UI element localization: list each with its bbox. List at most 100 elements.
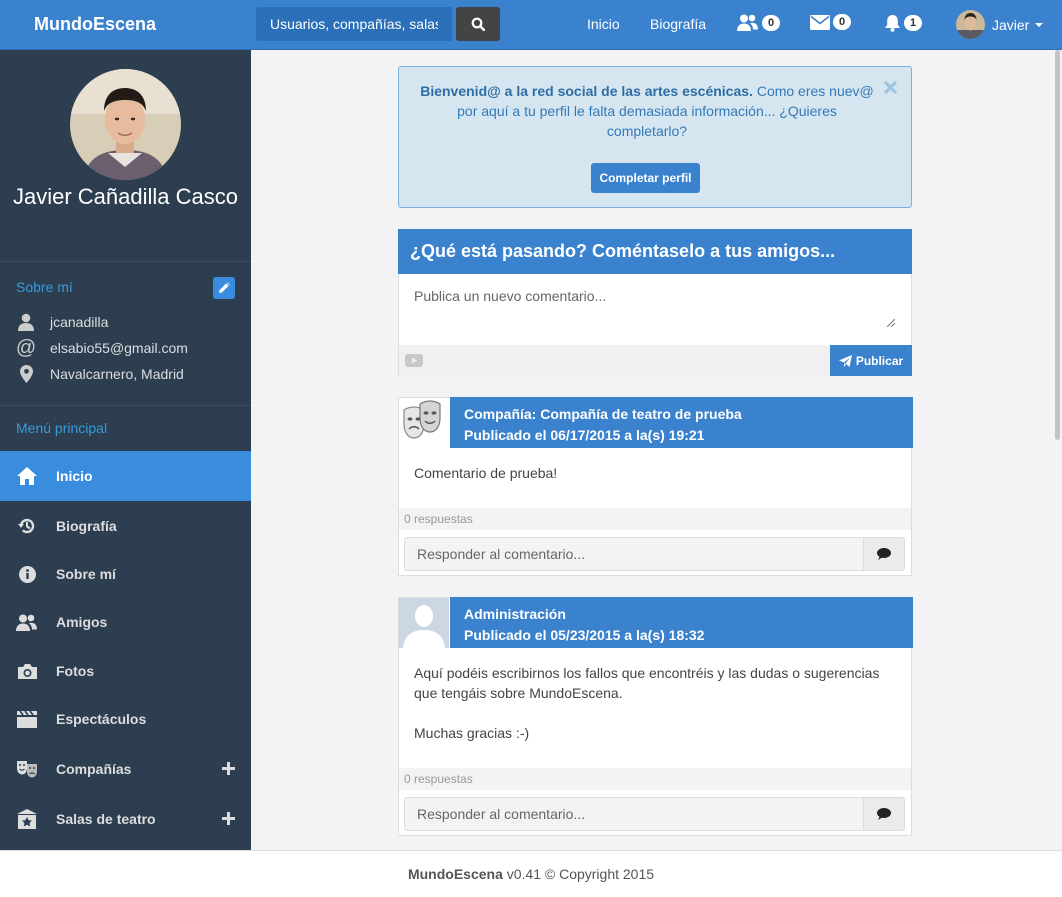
sidebar-item-fotos[interactable]: Fotos bbox=[0, 646, 251, 696]
location-text: Navalcarnero, Madrid bbox=[50, 366, 184, 382]
publish-label: Publicar bbox=[855, 353, 904, 368]
username-text: jcanadilla bbox=[50, 314, 109, 330]
sidebar-item-inicio[interactable]: Inicio bbox=[0, 451, 251, 501]
sidebar: Javier Cañadilla Casco Sobre mí jcanadil… bbox=[0, 50, 251, 850]
reply-input[interactable] bbox=[404, 797, 864, 831]
footer: MundoEscena v0.41 © Copyright 2015 bbox=[0, 850, 1062, 897]
email-text: elsabio55@gmail.com bbox=[50, 340, 188, 356]
sidebar-item-salas[interactable]: Salas de teatro bbox=[0, 794, 251, 844]
caret-down-icon bbox=[1035, 22, 1044, 27]
sidebar-item-label: Sobre mí bbox=[56, 566, 116, 582]
bell-icon bbox=[885, 15, 900, 32]
about-section-title: Sobre mí bbox=[16, 279, 73, 295]
comment-icon bbox=[877, 808, 891, 820]
divider bbox=[0, 405, 251, 406]
post-body: Comentario de prueba! bbox=[414, 463, 896, 483]
welcome-bold-text: Bienvenid@ a la red social de las artes … bbox=[420, 83, 753, 99]
top-navbar: MundoEscena Inicio Biografía 0 0 1 Javie… bbox=[0, 0, 1062, 50]
search-button[interactable] bbox=[456, 7, 500, 41]
info-email: @ elsabio55@gmail.com bbox=[16, 338, 188, 358]
search-icon bbox=[471, 17, 485, 31]
post-header: Compañía: Compañía de teatro de prueba P… bbox=[450, 397, 913, 448]
info-location: Navalcarnero, Madrid bbox=[16, 365, 184, 383]
messages-badge: 0 bbox=[833, 14, 851, 30]
info-icon bbox=[18, 565, 36, 583]
new-comment-textarea[interactable] bbox=[399, 274, 911, 332]
nav-link-biografia[interactable]: Biografía bbox=[650, 16, 706, 32]
footer-copyright: v0.41 © Copyright 2015 bbox=[502, 866, 655, 882]
page-scrollbar[interactable] bbox=[1053, 50, 1062, 850]
sidebar-item-amigos[interactable]: Amigos bbox=[0, 597, 251, 647]
reply-count: 0 respuestas bbox=[399, 768, 911, 790]
pencil-icon bbox=[219, 282, 230, 293]
reply-form bbox=[404, 797, 905, 831]
sidebar-item-label: Biografía bbox=[56, 518, 117, 534]
sidebar-item-label: Salas de teatro bbox=[56, 811, 156, 827]
publish-button[interactable]: Publicar bbox=[830, 345, 912, 376]
paper-plane-icon bbox=[838, 354, 852, 367]
sidebar-item-companias[interactable]: Compañías bbox=[0, 744, 251, 794]
composer-title: ¿Qué está pasando? Coméntaselo a tus ami… bbox=[398, 229, 912, 274]
user-avatar bbox=[956, 10, 985, 39]
complete-profile-button[interactable]: Completar perfil bbox=[591, 163, 700, 193]
clapperboard-icon bbox=[17, 710, 37, 728]
sidebar-item-label: Inicio bbox=[56, 468, 93, 484]
post-text: Aquí podéis escribirnos los fallos que e… bbox=[414, 665, 880, 701]
reply-send-button[interactable] bbox=[864, 797, 905, 831]
friends-badge: 0 bbox=[762, 14, 780, 31]
close-icon[interactable] bbox=[884, 81, 897, 94]
profile-photo bbox=[70, 69, 181, 180]
video-icon[interactable] bbox=[405, 354, 423, 367]
sidebar-item-label: Espectáculos bbox=[56, 711, 147, 727]
friends-icon bbox=[737, 14, 758, 31]
post-date: Publicado el 06/17/2015 a la(s) 19:21 bbox=[464, 427, 705, 443]
sidebar-item-label: Amigos bbox=[56, 614, 108, 630]
post-author[interactable]: Administración bbox=[464, 604, 899, 625]
friends-icon bbox=[16, 614, 37, 631]
company-avatar bbox=[399, 398, 449, 448]
reply-form bbox=[404, 537, 905, 571]
resize-grip-icon[interactable] bbox=[887, 319, 895, 327]
plus-icon[interactable] bbox=[222, 812, 235, 825]
footer-brand: MundoEscena bbox=[407, 866, 503, 882]
info-username: jcanadilla bbox=[16, 313, 108, 331]
brand-logo[interactable]: MundoEscena bbox=[34, 14, 156, 35]
post-date: Publicado el 05/23/2015 a la(s) 18:32 bbox=[464, 627, 705, 643]
menu-section-title: Menú principal bbox=[16, 420, 108, 436]
plus-icon[interactable] bbox=[222, 762, 235, 775]
sidebar-item-label: Fotos bbox=[56, 663, 95, 679]
comment-icon bbox=[877, 548, 891, 560]
post-card: Administración Publicado el 05/23/2015 a… bbox=[398, 597, 913, 836]
theater-masks-icon bbox=[17, 761, 37, 778]
notifications-badge: 1 bbox=[904, 15, 922, 31]
post-card: Compañía: Compañía de teatro de prueba P… bbox=[398, 397, 913, 576]
default-user-icon bbox=[399, 598, 449, 648]
sidebar-item-espectaculos[interactable]: Espectáculos bbox=[0, 694, 251, 744]
post-text: Comentario de prueba! bbox=[414, 465, 558, 481]
profile-name: Javier Cañadilla Casco bbox=[13, 184, 238, 209]
post-body: Aquí podéis escribirnos los fallos que e… bbox=[414, 663, 896, 743]
reply-input[interactable] bbox=[404, 537, 864, 571]
notifications-button[interactable]: 1 bbox=[884, 14, 922, 32]
friends-button[interactable]: 0 bbox=[737, 14, 780, 31]
edit-profile-button[interactable] bbox=[213, 277, 235, 299]
search-input[interactable] bbox=[256, 7, 452, 41]
admin-avatar bbox=[399, 598, 449, 648]
welcome-alert: Bienvenid@ a la red social de las artes … bbox=[398, 66, 912, 208]
reply-send-button[interactable] bbox=[864, 537, 905, 571]
envelope-icon bbox=[810, 14, 830, 30]
messages-button[interactable]: 0 bbox=[810, 14, 851, 30]
user-name: Javier bbox=[992, 16, 1030, 33]
user-icon bbox=[18, 313, 34, 331]
home-icon bbox=[17, 467, 37, 485]
nav-link-inicio[interactable]: Inicio bbox=[587, 16, 620, 32]
post-author[interactable]: Compañía: Compañía de teatro de prueba bbox=[464, 404, 899, 425]
scrollbar-thumb[interactable] bbox=[1055, 50, 1060, 440]
reply-count: 0 respuestas bbox=[399, 508, 911, 530]
user-dropdown[interactable]: Javier bbox=[956, 10, 1044, 39]
sidebar-item-biografia[interactable]: Biografía bbox=[0, 501, 251, 551]
sidebar-item-sobre-mi[interactable]: Sobre mí bbox=[0, 549, 251, 599]
post-composer: ¿Qué está pasando? Coméntaselo a tus ami… bbox=[398, 229, 912, 376]
sidebar-item-label: Compañías bbox=[56, 761, 132, 777]
divider bbox=[0, 261, 251, 262]
